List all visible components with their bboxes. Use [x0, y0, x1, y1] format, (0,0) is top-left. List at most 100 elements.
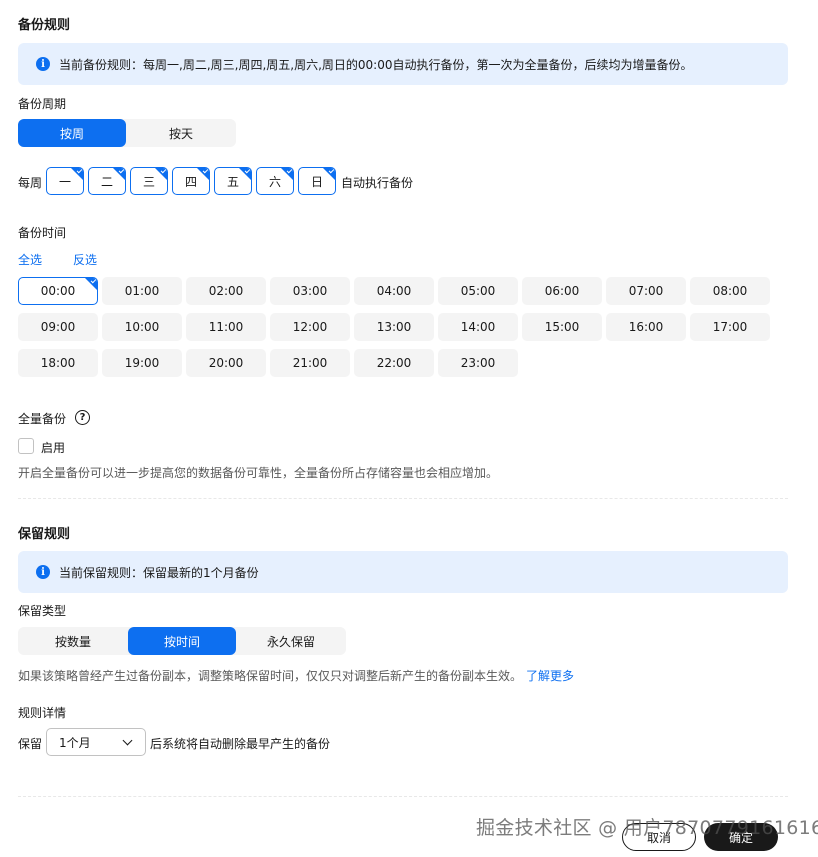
day-label: 四 — [184, 174, 197, 189]
day-thursday[interactable]: 四 — [172, 167, 210, 195]
time-cell-label: 13:00 — [376, 320, 412, 334]
day-wednesday[interactable]: 三 — [130, 167, 168, 195]
weekly-prefix-label: 每周 — [18, 176, 43, 190]
time-cell-label: 15:00 — [544, 320, 580, 334]
enable-full-backup-checkbox[interactable] — [18, 438, 34, 454]
retention-type-segmented: 按数量 按时间 永久保留 — [18, 627, 346, 655]
retention-rule-info-text: 当前保留规则：保留最新的1个月备份 — [59, 565, 259, 580]
time-cell-label: 14:00 — [460, 320, 496, 334]
time-cell-label: 06:00 — [544, 284, 580, 298]
backup-period-label: 备份周期 — [18, 97, 67, 111]
info-icon: i — [36, 57, 50, 71]
time-cell[interactable]: 19:00 — [102, 349, 182, 377]
time-cell-label: 12:00 — [292, 320, 328, 334]
time-cell[interactable]: 21:00 — [270, 349, 350, 377]
time-cell-label: 10:00 — [124, 320, 160, 334]
tab-by-week[interactable]: 按周 — [18, 119, 126, 147]
full-backup-label: 全量备份 — [18, 412, 67, 426]
time-cell[interactable]: 03:00 — [270, 277, 350, 305]
time-cell-label: 22:00 — [376, 356, 412, 370]
time-cell[interactable]: 06:00 — [522, 277, 602, 305]
time-cell-label: 11:00 — [208, 320, 244, 334]
enable-label: 启用 — [41, 441, 66, 455]
tab-by-day[interactable]: 按天 — [126, 119, 236, 147]
time-cell-label: 09:00 — [40, 320, 76, 334]
check-corner-icon — [113, 168, 125, 180]
full-backup-hint: 开启全量备份可以进一步提高您的数据备份可靠性，全量备份所占存储容量也会相应增加。 — [18, 466, 499, 480]
day-monday[interactable]: 一 — [46, 167, 84, 195]
retention-period-select[interactable]: 1个月 — [46, 728, 146, 756]
time-cell[interactable]: 22:00 — [354, 349, 434, 377]
time-cell[interactable]: 04:00 — [354, 277, 434, 305]
day-label: 五 — [226, 174, 239, 189]
time-cell[interactable]: 16:00 — [606, 313, 686, 341]
time-cell-label: 19:00 — [124, 356, 160, 370]
backup-time-label: 备份时间 — [18, 226, 67, 240]
day-tuesday[interactable]: 二 — [88, 167, 126, 195]
rule-detail-label: 规则详情 — [18, 706, 67, 720]
time-cell[interactable]: 07:00 — [606, 277, 686, 305]
time-cell-label: 23:00 — [460, 356, 496, 370]
time-cell[interactable]: 13:00 — [354, 313, 434, 341]
retention-hint: 如果该策略曾经产生过备份副本，调整策略保留时间，仅仅只对调整后新产生的备份副本生… — [18, 669, 523, 683]
keep-prefix-label: 保留 — [18, 737, 43, 751]
retention-rule-title: 保留规则 — [18, 527, 71, 542]
time-cell[interactable]: 23:00 — [438, 349, 518, 377]
backup-rule-title: 备份规则 — [18, 18, 71, 33]
time-cell[interactable]: 00:00 — [18, 277, 98, 305]
weekly-suffix-label: 自动执行备份 — [341, 176, 414, 190]
time-cell-label: 18:00 — [40, 356, 76, 370]
time-cell-label: 05:00 — [460, 284, 496, 298]
day-label: 一 — [58, 174, 71, 189]
day-friday[interactable]: 五 — [214, 167, 252, 195]
check-corner-icon — [281, 168, 293, 180]
time-cell-label: 02:00 — [208, 284, 244, 298]
retention-type-label: 保留类型 — [18, 604, 67, 618]
time-cell-label: 00:00 — [40, 284, 76, 298]
day-saturday[interactable]: 六 — [256, 167, 294, 195]
time-cell[interactable]: 14:00 — [438, 313, 518, 341]
time-cell-label: 01:00 — [124, 284, 160, 298]
confirm-button[interactable]: 确定 — [704, 823, 778, 851]
day-label: 三 — [142, 174, 155, 189]
time-cell[interactable]: 11:00 — [186, 313, 266, 341]
tab-by-count[interactable]: 按数量 — [18, 627, 128, 655]
info-icon: i — [36, 565, 50, 579]
time-cell[interactable]: 12:00 — [270, 313, 350, 341]
time-cell-label: 08:00 — [712, 284, 748, 298]
day-sunday[interactable]: 日 — [298, 167, 336, 195]
time-cell[interactable]: 08:00 — [690, 277, 770, 305]
check-corner-icon — [85, 278, 97, 290]
tab-by-time[interactable]: 按时间 — [128, 627, 236, 655]
time-cell[interactable]: 05:00 — [438, 277, 518, 305]
invert-select-link[interactable]: 反选 — [73, 251, 97, 268]
time-cell-label: 07:00 — [628, 284, 664, 298]
retention-period-value: 1个月 — [59, 735, 91, 750]
time-cell-label: 03:00 — [292, 284, 328, 298]
time-cell[interactable]: 18:00 — [18, 349, 98, 377]
footer-divider — [18, 796, 788, 797]
learn-more-link[interactable]: 了解更多 — [526, 667, 574, 684]
time-cell[interactable]: 09:00 — [18, 313, 98, 341]
backup-period-segmented: 按周 按天 — [18, 119, 236, 147]
time-cell-label: 20:00 — [208, 356, 244, 370]
time-cell[interactable]: 02:00 — [186, 277, 266, 305]
time-cell[interactable]: 01:00 — [102, 277, 182, 305]
select-all-link[interactable]: 全选 — [18, 251, 42, 268]
time-cell-label: 04:00 — [376, 284, 412, 298]
tab-permanent[interactable]: 永久保留 — [236, 627, 346, 655]
help-icon[interactable]: ? — [75, 410, 90, 425]
time-cell[interactable]: 20:00 — [186, 349, 266, 377]
cancel-button[interactable]: 取消 — [622, 823, 696, 851]
day-label: 日 — [310, 174, 323, 189]
time-cell-label: 16:00 — [628, 320, 664, 334]
day-label: 二 — [100, 174, 113, 189]
chevron-down-icon — [122, 735, 133, 746]
day-label: 六 — [268, 174, 281, 189]
time-cell[interactable]: 17:00 — [690, 313, 770, 341]
time-cell[interactable]: 15:00 — [522, 313, 602, 341]
keep-suffix-label: 后系统将自动删除最早产生的备份 — [150, 737, 331, 751]
time-cell-label: 21:00 — [292, 356, 328, 370]
retention-rule-info-banner: i 当前保留规则：保留最新的1个月备份 — [18, 551, 788, 593]
time-cell[interactable]: 10:00 — [102, 313, 182, 341]
